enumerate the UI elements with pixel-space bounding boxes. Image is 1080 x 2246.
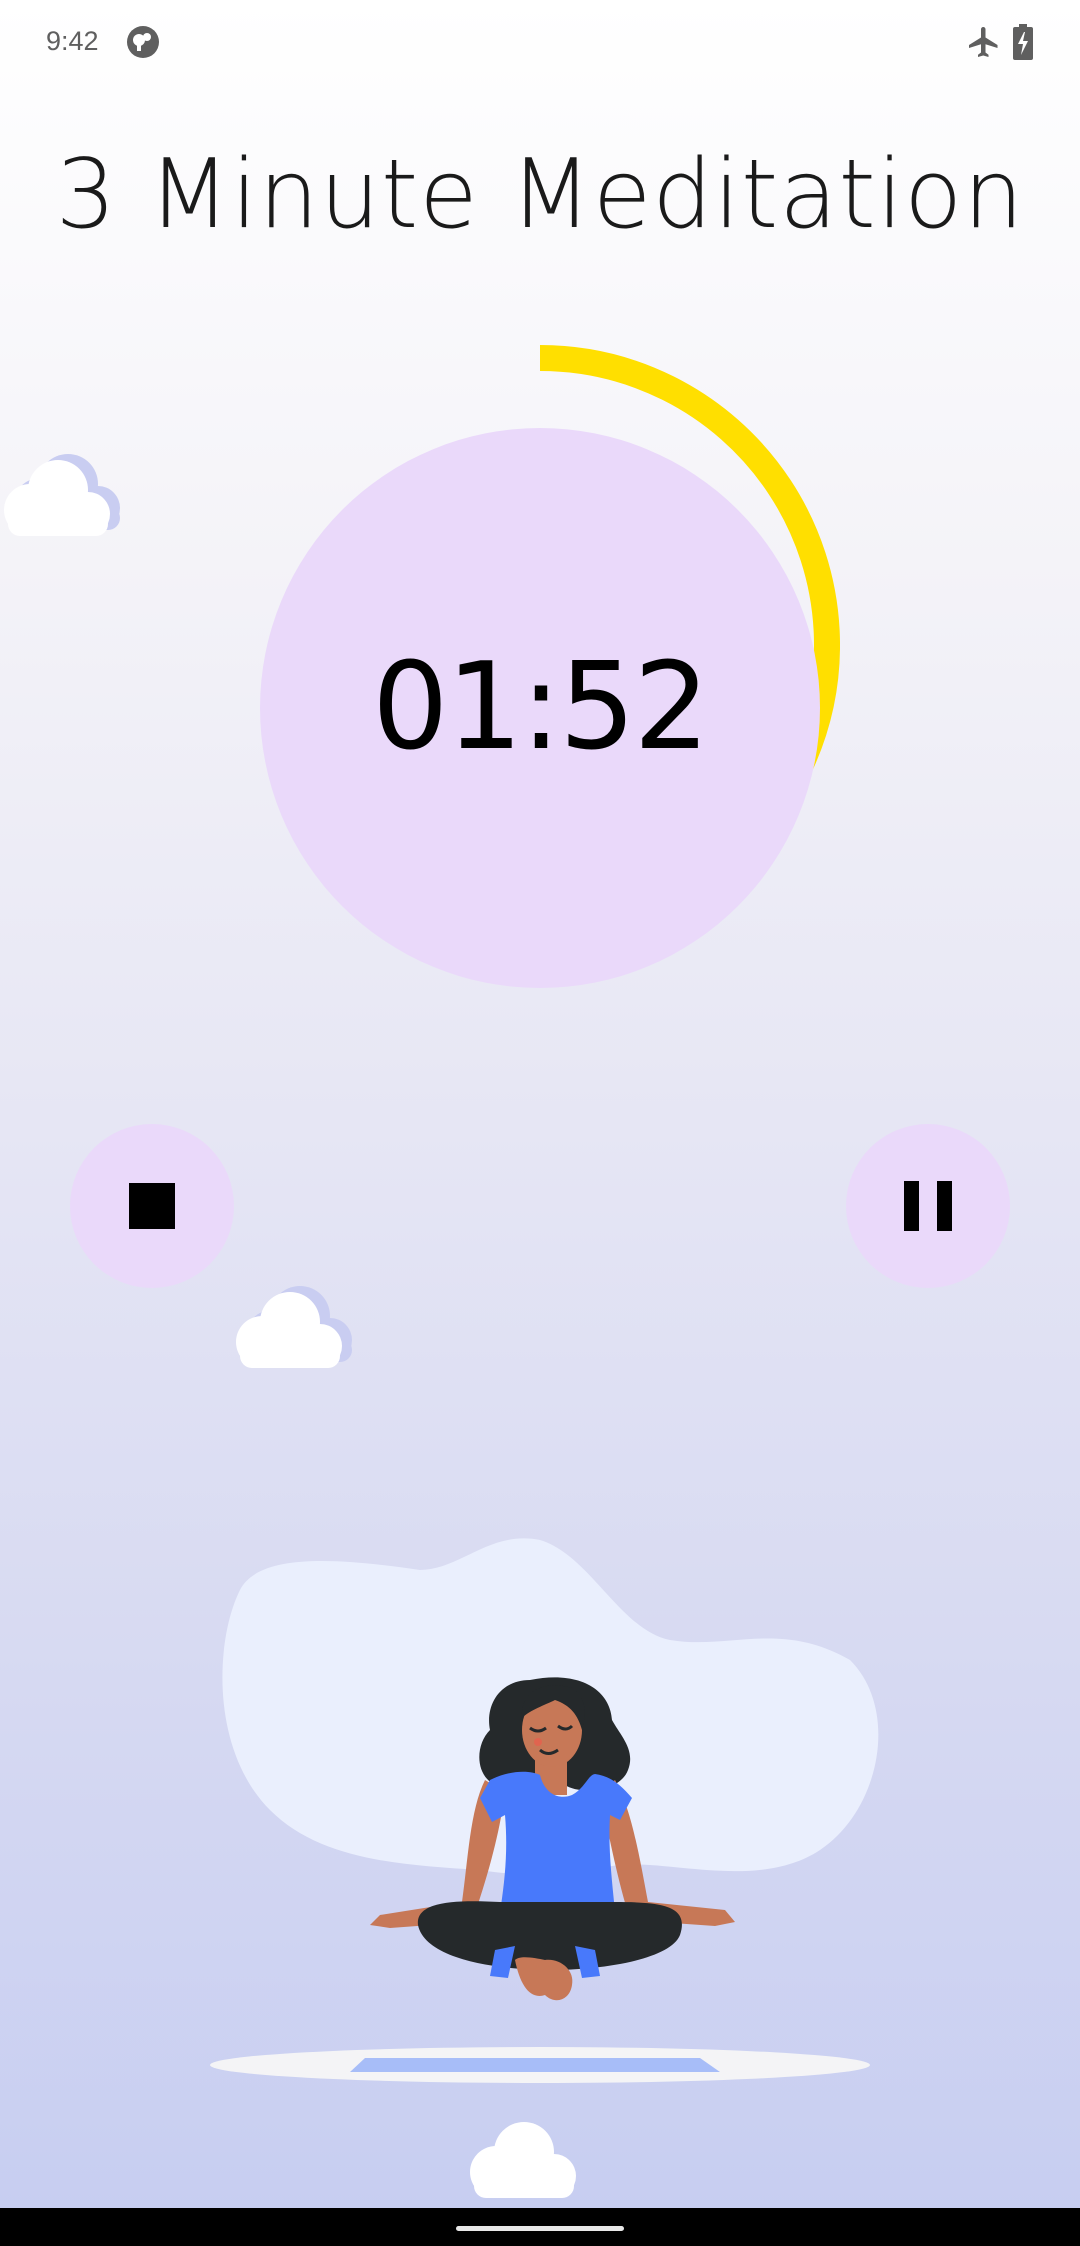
airplane-icon xyxy=(969,27,998,57)
navigation-bar xyxy=(0,2208,1080,2246)
cheek xyxy=(534,1738,542,1746)
status-bar: 9:42 xyxy=(0,0,1080,86)
gesture-nav-handle[interactable] xyxy=(456,2226,624,2231)
page-title: 3 Minute Meditation xyxy=(55,140,1025,250)
yoga-mat xyxy=(350,2058,720,2072)
meditating-woman-illustration xyxy=(210,1538,879,2083)
battery-charging-icon xyxy=(1013,24,1033,60)
stop-icon xyxy=(129,1183,175,1229)
timer-display: 01:52 xyxy=(372,638,710,777)
timer-circle: 01:52 xyxy=(260,428,820,988)
stop-button[interactable] xyxy=(70,1124,234,1288)
status-time: 9:42 xyxy=(46,26,99,56)
cloud-icon xyxy=(4,454,120,536)
notification-app-icon xyxy=(127,26,159,58)
pause-button[interactable] xyxy=(846,1124,1010,1288)
pause-bar-left xyxy=(904,1181,919,1231)
pause-bar-right xyxy=(937,1181,952,1231)
pants xyxy=(417,1901,682,1970)
cloud-icon xyxy=(470,2122,576,2198)
cloud-icon xyxy=(236,1286,352,1368)
